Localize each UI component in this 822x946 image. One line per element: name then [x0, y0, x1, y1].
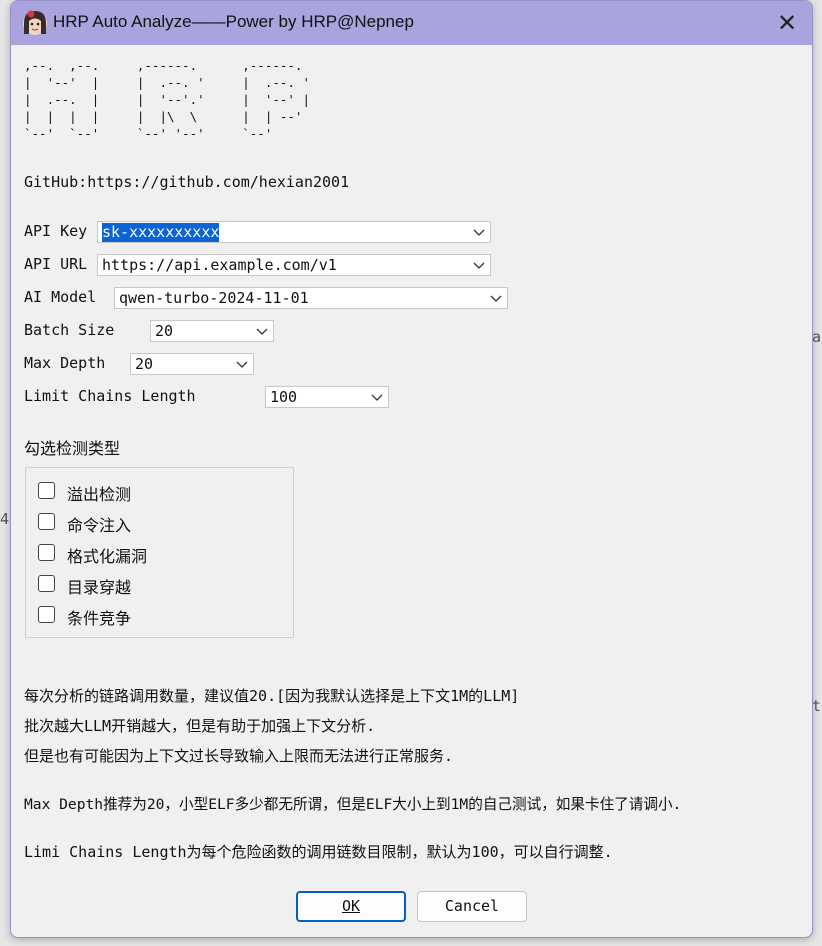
chevron-down-icon[interactable]: [490, 293, 502, 303]
hrp-ascii-logo: ,--. ,--. ,------. ,------. | '--' | | .…: [24, 58, 310, 141]
detect-types-group: [25, 467, 294, 638]
ai-model-combobox[interactable]: qwen-turbo-2024-11-01: [114, 287, 508, 309]
checkbox-label[interactable]: 命令注入: [67, 512, 131, 536]
api-key-value[interactable]: sk-xxxxxxxxxx: [102, 223, 220, 242]
chevron-down-icon[interactable]: [473, 227, 485, 237]
limit-chains-label: Limit Chains Length: [24, 387, 196, 405]
app-avatar-icon: [23, 10, 47, 35]
background-window-fragment: t: [812, 697, 822, 715]
chevron-down-icon[interactable]: [473, 260, 485, 270]
api-key-combobox[interactable]: sk-xxxxxxxxxx: [97, 221, 491, 243]
checkbox-box[interactable]: [38, 575, 55, 592]
chevron-down-icon[interactable]: [256, 326, 268, 336]
analyze-dialog: HRP Auto Analyze——Power by HRP@Nepnep ✕ …: [10, 0, 813, 938]
checkbox-box[interactable]: [38, 544, 55, 561]
note-context-limit: 但是也有可能因为上下文过长导致输入上限而无法进行正常服务.: [24, 747, 454, 765]
api-url-combobox[interactable]: https://api.example.com/v1: [97, 254, 491, 276]
title-bar: HRP Auto Analyze——Power by HRP@Nepnep ✕: [11, 1, 812, 45]
checkbox-label[interactable]: 条件竞争: [67, 605, 131, 629]
checkbox-label[interactable]: 溢出检测: [67, 481, 131, 505]
chevron-down-icon[interactable]: [236, 359, 248, 369]
note-batch-cost: 批次越大LLM开销越大，但是有助于加强上下文分析.: [24, 717, 376, 735]
close-icon[interactable]: ✕: [770, 7, 804, 39]
detect-types-title: 勾选检测类型: [24, 439, 121, 458]
max-depth-combobox[interactable]: 20: [130, 353, 254, 375]
max-depth-value[interactable]: 20: [135, 355, 153, 374]
note-max-depth: Max Depth推荐为20，小型ELF多少都无所谓，但是ELF大小上到1M的自…: [24, 796, 682, 813]
api-url-label: API URL: [24, 255, 88, 273]
batch-size-value[interactable]: 20: [155, 322, 173, 341]
github-link-text: GitHub:https://github.com/hexian2001: [24, 173, 350, 191]
ai-model-label: AI Model: [24, 288, 97, 306]
batch-size-label: Batch Size: [24, 321, 115, 339]
checkbox-box[interactable]: [38, 482, 55, 499]
api-url-value[interactable]: https://api.example.com/v1: [102, 256, 337, 275]
ai-model-value[interactable]: qwen-turbo-2024-11-01: [119, 289, 309, 308]
limit-chains-value[interactable]: 100: [270, 388, 297, 407]
checkbox-label[interactable]: 目录穿越: [67, 574, 131, 598]
ok-button[interactable]: OK: [296, 891, 406, 922]
checkbox-box[interactable]: [38, 606, 55, 623]
batch-size-combobox[interactable]: 20: [150, 320, 274, 342]
checkbox-label[interactable]: 格式化漏洞: [67, 543, 147, 567]
max-depth-label: Max Depth: [24, 354, 106, 372]
note-batch-size: 每次分析的链路调用数量，建议值20.[因为我默认选择是上下文1M的LLM]: [24, 687, 520, 705]
cancel-button[interactable]: Cancel: [417, 891, 527, 922]
limit-chains-combobox[interactable]: 100: [265, 386, 389, 408]
chevron-down-icon[interactable]: [371, 392, 383, 402]
api-key-label: API Key: [24, 222, 88, 240]
ok-button-label[interactable]: OK: [342, 897, 360, 915]
note-limit-chains: Limi Chains Length为每个危险函数的调用链数目限制，默认为100…: [24, 843, 613, 861]
background-window-fragment: 4: [0, 510, 10, 528]
background-window-fragment: a: [812, 328, 822, 346]
checkbox-box[interactable]: [38, 513, 55, 530]
window-title: HRP Auto Analyze——Power by HRP@Nepnep: [53, 12, 414, 31]
